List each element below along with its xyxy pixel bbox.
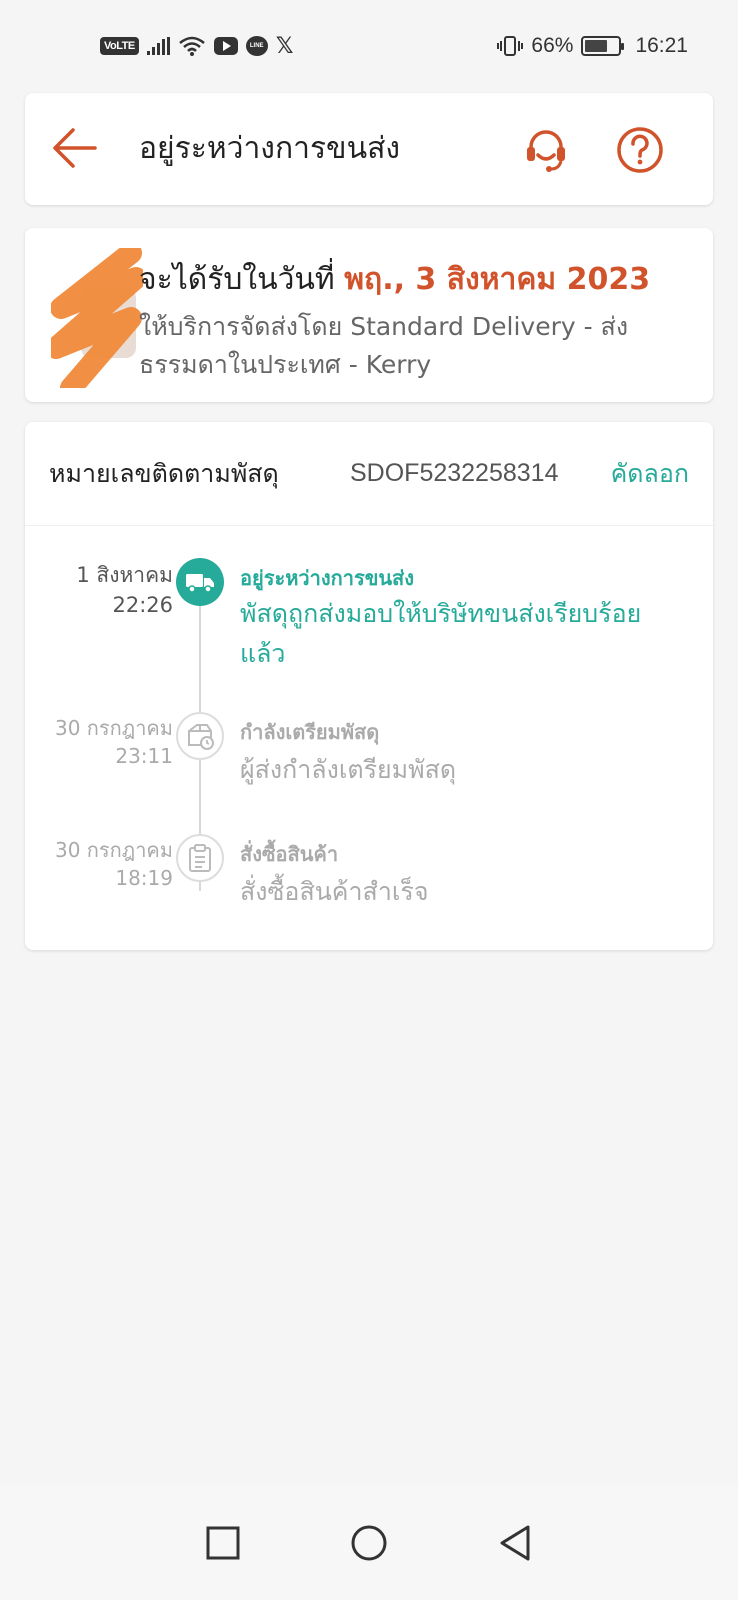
eta-prefix: จะได้รับในวันที่ — [139, 262, 345, 297]
timeline-date-time: 30 กรกฎาคม 23:11 — [55, 714, 173, 770]
timeline-title: อยู่ระหว่างการขนส่ง — [240, 566, 415, 590]
battery-icon — [581, 36, 625, 56]
timeline-description: ผู้ส่งกำลังเตรียมพัสดุ — [240, 755, 457, 784]
truck-icon — [186, 574, 214, 593]
shipping-service: ให้บริการจัดส่งโดย Standard Delivery - ส… — [139, 312, 629, 379]
back-button[interactable] — [49, 123, 99, 173]
copy-tracking-button[interactable]: คัดลอก — [611, 454, 689, 494]
status-left: VoLTE LINE 𝕏 — [100, 34, 293, 59]
volte-icon: VoLTE — [100, 37, 139, 55]
clock: 16:21 — [635, 34, 688, 57]
help-button[interactable] — [613, 123, 667, 177]
eta-date: พฤ., 3 สิงหาคม 2023 — [344, 262, 651, 297]
timeline-title: สั่งซื้อสินค้า — [240, 842, 339, 866]
timeline-status-dot — [176, 558, 224, 606]
timeline-description: พัสดุถูกส่งมอบให้บริษัทขนส่งเรียบร้อยแล้… — [240, 599, 642, 668]
wifi-icon — [178, 35, 206, 57]
timeline-date: 30 กรกฎาคม — [55, 838, 173, 862]
system-nav-bar — [0, 1485, 738, 1600]
status-bar: VoLTE LINE 𝕏 66% 16:21 — [0, 0, 738, 92]
tracking-label: หมายเลขติดตามพัสดุ — [49, 458, 279, 488]
tracking-card: หมายเลขติดตามพัสดุ SDOF5232258314 คัดลอก… — [25, 422, 713, 950]
signal-icon — [146, 37, 170, 55]
tracking-timeline: 1 สิงหาคม 22:26 อยู่ระหว่างการขนส่ง พัสด… — [25, 526, 713, 950]
timeline-status-dot — [176, 712, 224, 760]
delivery-info-card: จะได้รับในวันที่ พฤ., 3 สิงหาคม 2023 ให้… — [25, 228, 713, 402]
timeline-title: กำลังเตรียมพัสดุ — [240, 720, 380, 744]
timeline-date: 30 กรกฎาคม — [55, 716, 173, 740]
recent-apps-icon — [206, 1526, 240, 1559]
redacted-avatar — [51, 248, 143, 388]
timeline-time: 22:26 — [112, 593, 173, 617]
home-icon — [351, 1525, 387, 1560]
package-clock-icon — [188, 724, 214, 750]
clipboard-icon — [189, 844, 211, 872]
support-chat-button[interactable] — [519, 123, 573, 177]
timeline-time: 18:19 — [115, 866, 173, 890]
back-icon — [500, 1525, 530, 1560]
x-icon: 𝕏 — [275, 33, 294, 59]
help-icon — [617, 127, 663, 173]
timeline-description: สั่งซื้อสินค้าสำเร็จ — [240, 877, 429, 906]
battery-fill — [585, 40, 607, 52]
recent-apps-button[interactable] — [198, 1518, 248, 1568]
page-title: อยู่ระหว่างการขนส่ง — [139, 131, 401, 166]
timeline-date: 1 สิงหาคม — [76, 563, 173, 587]
timeline-date-time: 30 กรกฎาคม 18:19 — [55, 836, 173, 892]
back-nav-button[interactable] — [490, 1518, 540, 1568]
header-bar: อยู่ระหว่างการขนส่ง — [25, 93, 713, 205]
tracking-number: SDOF5232258314 — [350, 459, 559, 487]
tracking-number-row: หมายเลขติดตามพัสดุ SDOF5232258314 คัดลอก — [25, 422, 713, 526]
battery-percent: 66% — [531, 34, 574, 57]
timeline-date-time: 1 สิงหาคม 22:26 — [76, 560, 173, 620]
back-arrow-icon — [53, 128, 97, 168]
vibrate-icon — [497, 35, 524, 57]
line-icon: LINE — [245, 36, 268, 56]
youtube-icon — [213, 37, 238, 55]
eta-line: จะได้รับในวันที่ พฤ., 3 สิงหาคม 2023 — [139, 256, 650, 303]
home-button[interactable] — [344, 1518, 394, 1568]
status-right: 66% 16:21 — [497, 34, 688, 58]
headset-icon — [527, 130, 565, 172]
timeline-time: 23:11 — [115, 744, 173, 768]
timeline-status-dot — [176, 834, 224, 882]
